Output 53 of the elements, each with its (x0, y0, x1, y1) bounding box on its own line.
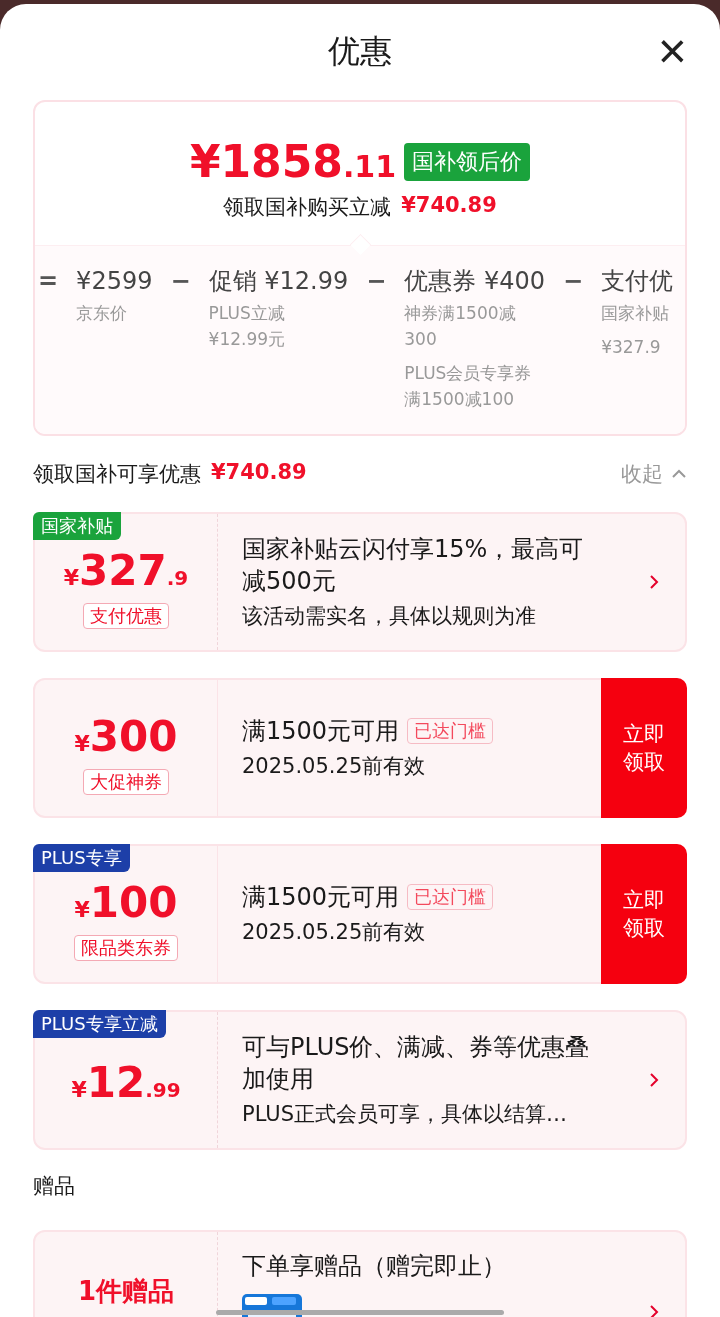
breakdown-note: 国家补贴 (601, 302, 671, 325)
gift-count: 1件赠品 (77, 1275, 175, 1308)
offer-title: 满1500元可用 (242, 716, 400, 747)
threshold-badge: 已达门槛 (407, 718, 494, 744)
offer-subtitle: 2025.05.25前有效 (242, 753, 427, 780)
operator-sign: − (563, 266, 584, 296)
breakdown-amount: 支付优 (601, 266, 674, 296)
final-price: ¥1858.11 (189, 136, 397, 187)
offer-label: 大促神券 (83, 768, 169, 795)
operator-sign: = (38, 266, 59, 296)
section-title: 领取国补可享优惠 (33, 461, 201, 488)
offer-title: 可与PLUS价、满减、券等优惠叠加使用 (242, 1032, 591, 1095)
breakdown-note: 京东价 (76, 302, 129, 325)
breakdown-note: PLUS立减¥12.99元 (208, 302, 287, 351)
section-value: ¥740.89 (211, 460, 307, 486)
breakdown-note: 满1500减100 (404, 388, 515, 411)
offer-subtitle: PLUS正式会员可享，具体以结算… (242, 1101, 569, 1128)
offer-amount: ¥100 (74, 879, 178, 929)
chevron-right-icon[interactable] (649, 1304, 659, 1317)
claim-button[interactable]: 立即领取 (601, 844, 687, 984)
offer-subtitle: 该活动需实名，具体以规则为准 (242, 603, 537, 630)
breakdown-amount: 促销 ¥12.99 (208, 266, 349, 296)
offer-amount: ¥300 (74, 713, 178, 763)
chevron-right-icon[interactable] (649, 1072, 659, 1088)
offer-amount: ¥327.9 (63, 547, 189, 597)
offer-title: 国家补贴云闪付享15%，最高可减500元 (242, 534, 585, 597)
price-badge: 国补领后价 (404, 142, 531, 181)
breakdown-amount: ¥2599 (76, 266, 153, 296)
gift-title: 下单享赠品（赠完即止） (242, 1251, 507, 1282)
offer-label: 支付优惠 (83, 602, 169, 629)
collapse-button[interactable]: 收起 (621, 460, 687, 488)
operator-sign: − (170, 266, 191, 296)
offer-title: 满1500元可用 (242, 882, 400, 913)
sheet-title: 优惠 (328, 31, 392, 72)
offer-label: 限品类东券 (74, 934, 178, 961)
breakdown-note: 神券满1500减300 (404, 302, 517, 351)
claim-button[interactable]: 立即领取 (601, 678, 687, 818)
operator-sign: − (366, 266, 387, 296)
offer-subtitle: 2025.05.25前有效 (242, 919, 427, 946)
breakdown-amount: 优惠券 ¥400 (404, 266, 545, 296)
offer-tag: 国家补贴 (33, 512, 121, 540)
threshold-badge: 已达门槛 (407, 884, 494, 910)
offer-tag: PLUS专享立减 (33, 1010, 166, 1038)
gift-section-title: 赠品 (33, 1173, 76, 1200)
close-button[interactable]: × (657, 26, 687, 76)
saving-label: 领取国补购买立减 (223, 194, 392, 221)
saving-value: ¥740.89 (401, 193, 497, 219)
chevron-up-icon (671, 469, 687, 479)
breakdown-note: PLUS会员专享券 (404, 362, 533, 385)
chevron-right-icon[interactable] (649, 574, 659, 590)
offer-tag: PLUS专享 (33, 844, 130, 872)
offer-amount: ¥12.99 (71, 1059, 181, 1109)
breakdown-note: ¥327.9 (601, 336, 662, 359)
